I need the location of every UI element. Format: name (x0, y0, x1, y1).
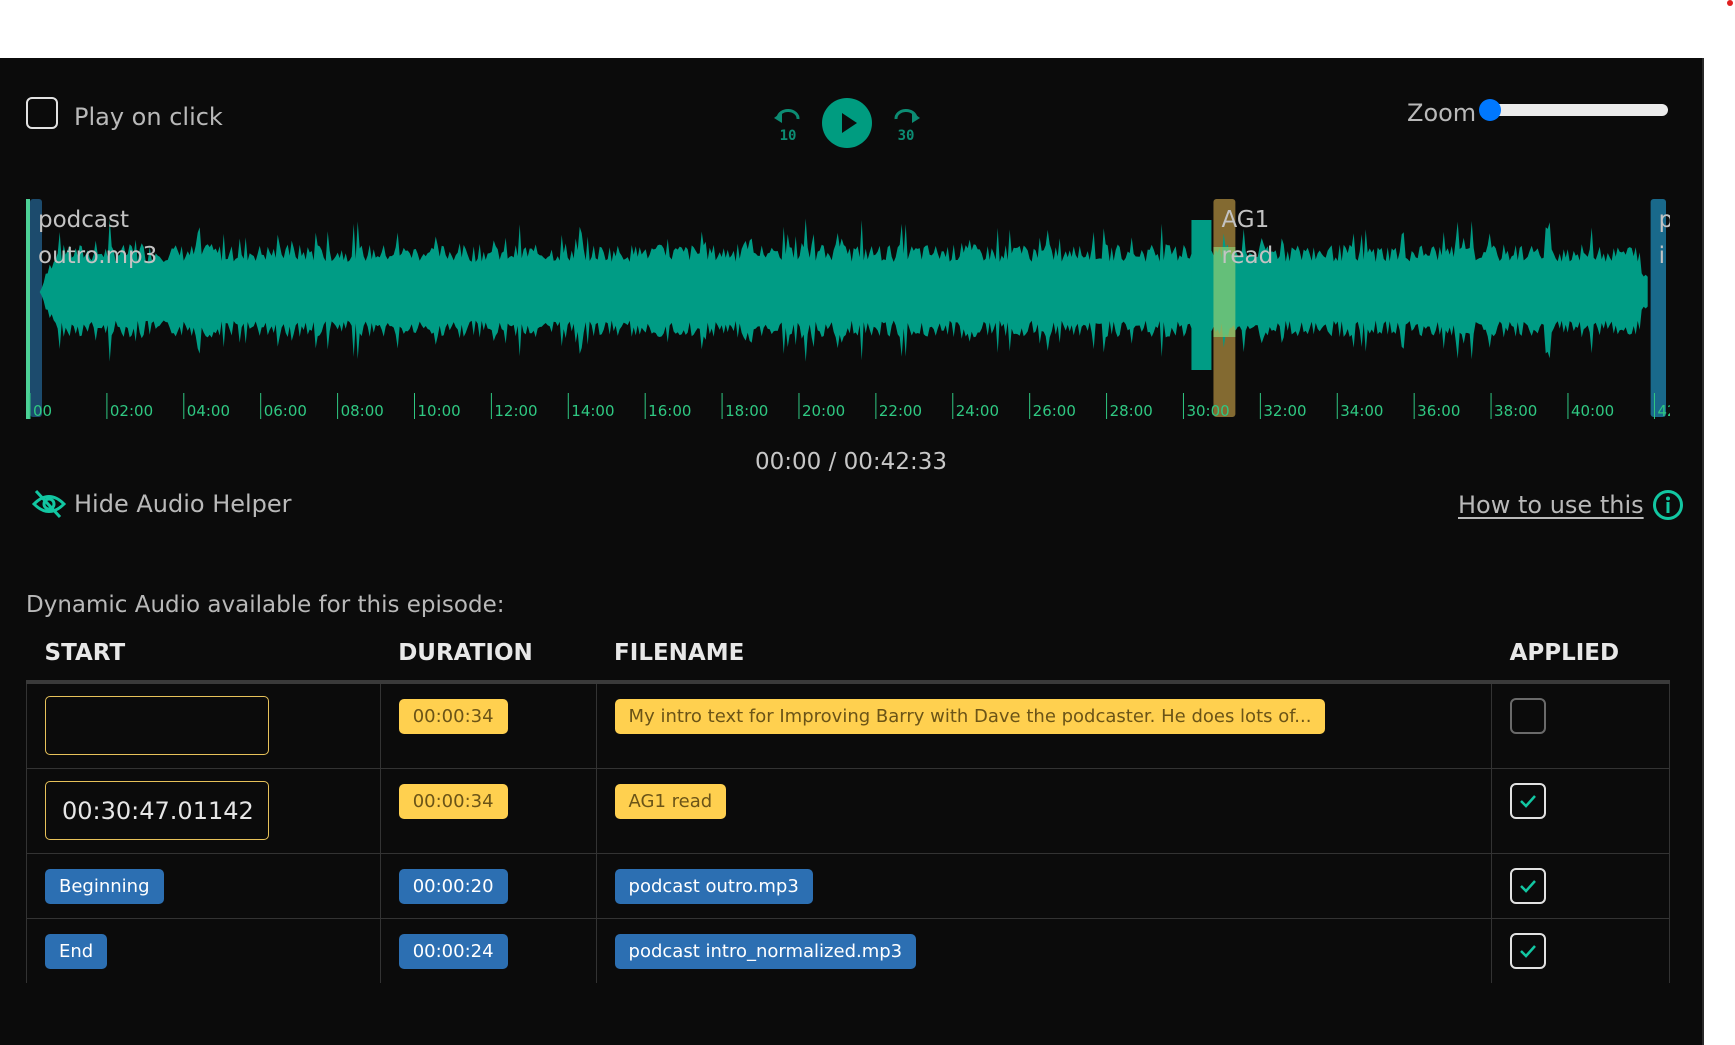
play-button[interactable] (822, 98, 872, 148)
play-on-click-checkbox[interactable] (26, 97, 58, 129)
skip-forward-seconds: 30 (898, 128, 915, 142)
playhead-cursor (26, 199, 30, 419)
timeline-tick-label: 34:00 (1340, 402, 1383, 419)
timeline-tick-label: 18:00 (725, 402, 768, 419)
timeline-tick-label: 04:00 (187, 402, 230, 419)
skip-forward-30-icon[interactable]: 30 (890, 106, 922, 144)
start-badge: End (45, 934, 108, 969)
region-label: podcast (38, 207, 129, 233)
timeline-tick-label: 00 (33, 402, 52, 419)
timeline-tick-label: 38:00 (1494, 402, 1537, 419)
timeline-tick-label: 22:00 (879, 402, 922, 419)
zoom-slider-thumb[interactable] (1479, 99, 1501, 121)
applied-checkbox[interactable] (1510, 933, 1547, 969)
timeline-tick-label: 20:00 (802, 402, 845, 419)
check-icon (1520, 795, 1537, 808)
filename-badge: podcast intro_normalized.mp3 (614, 934, 917, 969)
notification-dot (1727, 0, 1733, 6)
column-header-applied: APPLIED (1491, 632, 1670, 684)
transport-controls: 10 30 (772, 98, 932, 150)
eye-off-icon (32, 489, 66, 519)
hide-audio-helper-button[interactable]: Hide Audio Helper (32, 489, 292, 519)
region-label: read (1221, 243, 1273, 269)
filename-badge: podcast outro.mp3 (614, 869, 813, 904)
applied-checkbox[interactable] (1510, 698, 1547, 734)
table-row: 00:00:34 My intro text for Improving Bar… (26, 682, 1670, 769)
timeline-tick-label: 16:00 (648, 402, 691, 419)
duration-badge: 00:00:24 (398, 934, 508, 969)
timeline-tick-label: 06:00 (264, 402, 307, 419)
start-badge: Beginning (45, 869, 164, 904)
info-icon[interactable] (1652, 489, 1684, 521)
region-label: AG1 (1221, 207, 1269, 233)
timeline-tick-label: 26:00 (1033, 402, 1076, 419)
waveform-canvas[interactable]: podcast outro.mp3 AG1 read pi 00 02:00 04:00 06:… (26, 197, 1677, 420)
zoom-label: Zoom (1407, 99, 1477, 127)
how-to-use-label[interactable]: How to use this (1458, 491, 1644, 519)
timeline-tick-label: 08:00 (341, 402, 384, 419)
region-label: i (1659, 243, 1665, 269)
timeline-tick-label: 12:00 (494, 402, 537, 419)
table-row: Beginning 00:00:20 podcast outro.mp3 (26, 853, 1670, 919)
skip-back-seconds: 10 (780, 128, 797, 142)
column-header-filename: FILENAME (596, 632, 1492, 684)
duration-badge: 00:00:34 (398, 784, 508, 819)
check-icon (1520, 880, 1537, 893)
column-header-start: START (26, 632, 381, 684)
play-on-click-label: Play on click (74, 103, 223, 131)
time-readout: 00:00 / 00:42:33 (755, 449, 947, 475)
applied-checkbox[interactable] (1510, 868, 1547, 904)
timeline-tick-label: 30:00 (1186, 402, 1229, 419)
start-time-input[interactable] (45, 696, 269, 755)
table-row: End 00:00:24 podcast intro_normalized.mp… (26, 918, 1670, 983)
applied-checkbox[interactable] (1510, 783, 1547, 819)
table-header-row: START DURATION FILENAME APPLIED (26, 632, 1670, 684)
waveform-clip-block (1191, 220, 1212, 370)
start-time-input[interactable] (45, 781, 269, 840)
skip-back-10-icon[interactable]: 10 (772, 106, 804, 144)
dynamic-audio-title: Dynamic Audio available for this episode… (26, 592, 505, 618)
filename-badge: AG1 read (614, 784, 727, 819)
waveform-shape (39, 218, 1648, 362)
region-label: outro.mp3 (38, 243, 157, 269)
hide-audio-helper-label: Hide Audio Helper (74, 490, 292, 518)
waveform[interactable]: podcast outro.mp3 AG1 read p i 00 02:00 04:00 06:… (26, 197, 1677, 420)
check-icon (1520, 945, 1537, 958)
zoom-slider-track[interactable] (1488, 104, 1668, 116)
timeline-tick-label: 14:00 (571, 402, 614, 419)
filename-badge: My intro text for Improving Barry with D… (614, 699, 1326, 734)
how-to-use-link[interactable]: How to use this (1458, 489, 1684, 521)
table-row: 00:00:34 AG1 read (26, 768, 1670, 854)
timeline-tick-label: 40:00 (1571, 402, 1614, 419)
timeline-tick-label: 36:00 (1417, 402, 1460, 419)
timeline-tick-label: 28:00 (1110, 402, 1153, 419)
dynamic-audio-table: START DURATION FILENAME APPLIED 00:00:34… (26, 632, 1670, 983)
timeline-tick-label: 10:00 (417, 402, 460, 419)
timeline-tick-label: 32:00 (1263, 402, 1306, 419)
timeline-tick-label: 24:00 (956, 402, 999, 419)
timeline-tick-label: 42 (1657, 402, 1670, 419)
duration-badge: 00:00:34 (398, 699, 508, 734)
region-label: p (1659, 207, 1670, 233)
timeline-tick-label: 02:00 (110, 402, 153, 419)
column-header-duration: DURATION (380, 632, 597, 684)
duration-badge: 00:00:20 (398, 869, 508, 904)
